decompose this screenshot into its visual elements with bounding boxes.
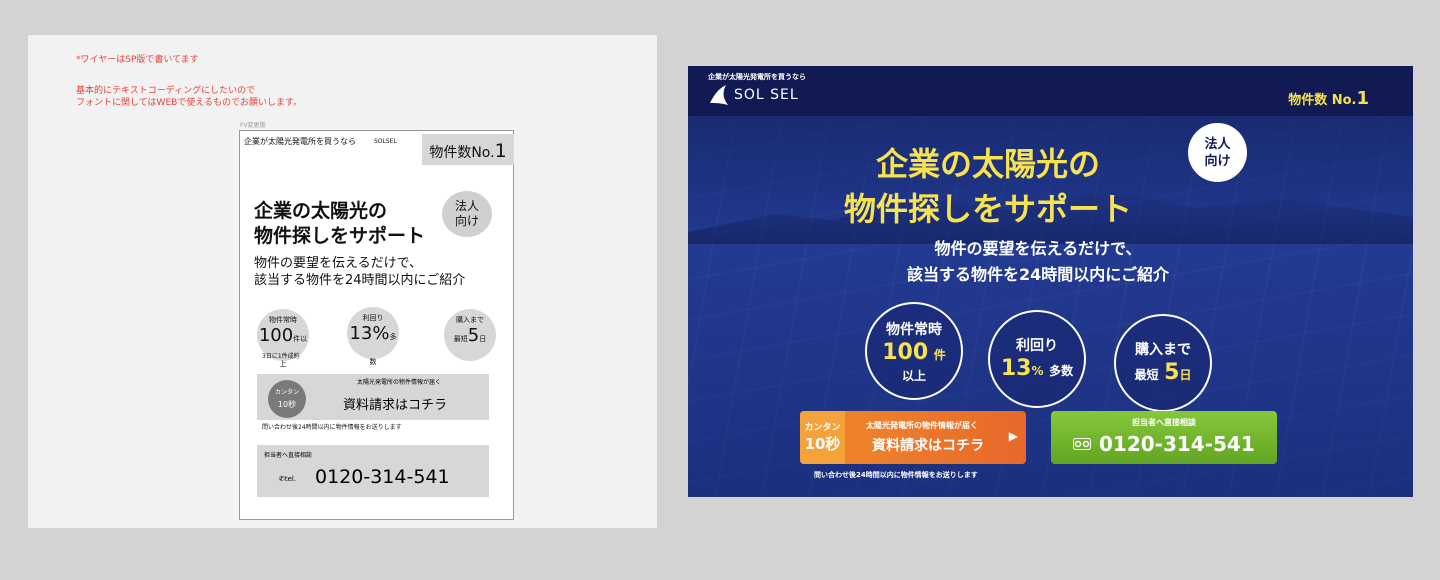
stat-unit: 件: [933, 347, 946, 362]
hero-title-line: 企業の太陽光の: [875, 145, 1100, 183]
wireframe-panel: *ワイヤーはSP版で書いてます 基本的にテキストコーディングにしたいので フォン…: [28, 35, 657, 528]
stat-title: 購入まで: [456, 316, 484, 324]
no1-prefix: 物件数 No.: [1288, 93, 1357, 108]
wireframe-corp-line: 向け: [454, 214, 479, 228]
stat-prefix: 最短: [1134, 368, 1159, 382]
wireframe-frame: 企業が太陽光発電所を買うなら SOLSEL 物件数No. 1 企業の太陽光の 物件…: [239, 130, 514, 520]
phone-icon: ✆tel.: [279, 475, 297, 483]
stat-value: 100: [258, 325, 294, 346]
hero-title-line: 物件探しをサポート: [843, 190, 1132, 228]
kantan-badge: カンタン 10秒: [800, 411, 845, 464]
stat-unit: 日: [479, 335, 487, 343]
stat-title: 利回り: [1016, 338, 1058, 354]
stat-title: 利回り: [362, 314, 384, 322]
chevron-right-icon: ▶: [1008, 429, 1018, 443]
stat-purchase-days: 購入まで 最短 5日: [1114, 314, 1212, 412]
wireframe-logo: SOLSEL: [374, 138, 397, 145]
stat-title: 物件常時: [269, 316, 297, 324]
wireframe-doc-request-button[interactable]: カンタン 10秒 太陽光発電所の物件情報が届く 資料請求はコチラ: [257, 374, 489, 420]
kantan-time: 10秒: [277, 400, 297, 409]
corporate-badge-line: 向け: [1204, 153, 1231, 169]
doc-request-caption: 太陽光発電所の物件情報が届く: [866, 421, 978, 430]
hero-section: 企業が太陽光発電所を買うなら SOL SEL 物件数 No.1 企業の太陽光の …: [688, 66, 1413, 497]
wireframe-note: *ワイヤーはSP版で書いてます: [76, 55, 199, 65]
wireframe-tagline: 企業が太陽光発電所を買うなら: [244, 137, 356, 146]
stat-yield: 利回り 13% 多数: [988, 310, 1086, 408]
wireframe-no1-badge: 物件数No. 1: [422, 134, 514, 165]
wireframe-stat: 利回り 13%多数: [347, 307, 399, 366]
no1-badge: 物件数 No.1: [1288, 88, 1369, 109]
tel-caption: 担当者へ直接相談: [1132, 418, 1196, 427]
doc-request-button[interactable]: カンタン 10秒 太陽光発電所の物件情報が届く 資料請求はコチラ ▶: [800, 411, 1026, 464]
kantan-time: 10秒: [804, 434, 841, 453]
stat-suffix: 以上: [901, 368, 926, 383]
bird-logo-icon: [710, 85, 728, 105]
kantan-label: カンタン: [274, 389, 299, 396]
tel-button[interactable]: 担当者へ直接相談 0120-314-541: [1051, 411, 1277, 464]
wireframe-tag: FV変更版: [240, 122, 266, 129]
wireframe-corp-line: 法人: [454, 199, 479, 213]
tel-number-row: 0120-314-541: [1073, 432, 1255, 456]
wireframe-stat-note: 3日に1件成約: [262, 353, 300, 360]
hero-subtitle-line: 物件の要望を伝えるだけで、: [934, 239, 1142, 258]
wireframe-doc-note: 問い合わせ後24時間以内に物件情報をお送りします: [262, 424, 402, 431]
doc-request-caption: 太陽光発電所の物件情報が届く: [357, 379, 442, 386]
kantan-label: カンタン: [804, 422, 841, 433]
wireframe-no1-prefix: 物件数No.: [429, 145, 495, 161]
stat-title: 購入まで: [1135, 342, 1191, 358]
hero-header: 企業が太陽光発電所を買うなら SOL SEL 物件数 No.1: [688, 66, 1413, 116]
hero-title: 企業の太陽光の 物件探しをサポート: [788, 142, 1188, 232]
doc-request-label: 資料請求はコチラ: [343, 398, 448, 413]
hero-subtitle: 物件の要望を伝えるだけで、 該当する物件を24時間以内にご紹介: [788, 236, 1288, 288]
tel-caption: 担当者へ直接相談: [264, 452, 313, 459]
wireframe-subtitle-line: 該当する物件を24時間以内にご紹介: [254, 273, 466, 288]
stat-title: 物件常時: [886, 321, 942, 338]
tel-number: 0120-314-541: [315, 466, 450, 488]
corporate-badge-line: 法人: [1204, 136, 1231, 152]
stat-value: 5: [467, 325, 480, 346]
wireframe-note: 基本的にテキストコーディングにしたいので: [76, 86, 256, 96]
wireframe-subtitle-line: 物件の要望を伝えるだけで、: [254, 256, 423, 271]
wireframe-corp-badge: 法人 向け: [442, 191, 492, 237]
tel-number: 0120-314-541: [1099, 432, 1255, 456]
hero-subtitle-line: 該当する物件を24時間以内にご紹介: [907, 265, 1169, 284]
doc-request-label: 資料請求はコチラ: [872, 438, 984, 454]
logo[interactable]: SOL SEL: [708, 83, 799, 107]
corporate-badge: 法人 向け: [1188, 123, 1247, 182]
wireframe-no1-num: 1: [494, 140, 507, 162]
stat-value: 13%: [349, 323, 390, 344]
header-tagline: 企業が太陽光発電所を買うなら: [708, 73, 806, 81]
stat-suffix: 多数: [1049, 364, 1074, 378]
stat-value: 100: [882, 339, 929, 365]
wireframe-stat: 購入まで 最短5日: [444, 309, 496, 361]
no1-num: 1: [1356, 88, 1369, 109]
wireframe-note: フォントに関してはWEBで使えるものでお願いします。: [76, 98, 303, 108]
stat-value: 5: [1164, 360, 1180, 385]
doc-request-note: 問い合わせ後24時間以内に物件情報をお送りします: [814, 471, 978, 479]
wireframe-subtitle: 物件の要望を伝えるだけで、 該当する物件を24時間以内にご紹介: [254, 255, 465, 289]
stat-properties: 物件常時 100 件 以上: [865, 302, 963, 400]
stat-unit: 日: [1179, 368, 1192, 382]
stat-unit: %: [1031, 364, 1044, 378]
logo-text: SOL SEL: [734, 87, 799, 103]
wireframe-kantan-badge: カンタン 10秒: [268, 380, 306, 418]
stat-prefix: 最短: [453, 335, 468, 343]
wireframe-title: 企業の太陽光の 物件探しをサポート: [254, 199, 425, 249]
tel-label: tel.: [284, 475, 297, 483]
freedial-icon: [1073, 438, 1091, 450]
stat-value: 13: [1000, 356, 1032, 381]
wireframe-tel-button[interactable]: 担当者へ直接相談 ✆tel. 0120-314-541: [257, 445, 489, 497]
wireframe-title-line: 物件探しをサポート: [254, 225, 426, 247]
wireframe-title-line: 企業の太陽光の: [254, 200, 388, 222]
